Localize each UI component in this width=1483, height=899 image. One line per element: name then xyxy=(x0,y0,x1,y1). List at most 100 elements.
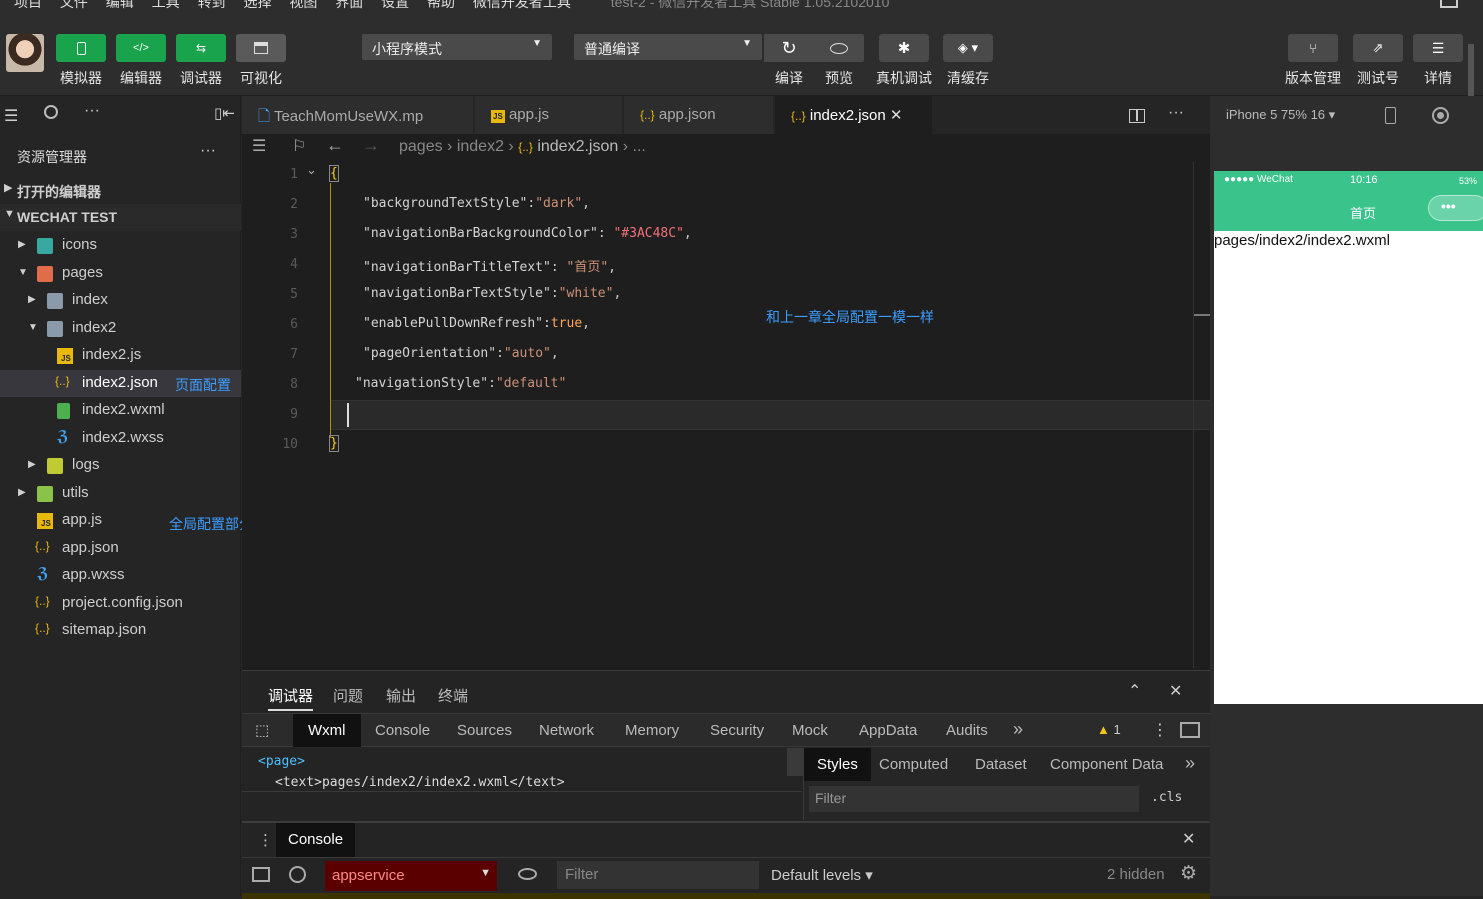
console-drawer-tab[interactable]: Console xyxy=(276,823,356,857)
tab-index2-json[interactable]: {..} index2.json ✕ xyxy=(775,96,933,134)
tree-item-icons[interactable]: ▶ icons xyxy=(0,232,241,259)
more-tabs-icon[interactable]: » xyxy=(1185,753,1195,774)
capsule-menu-button[interactable]: ••• xyxy=(1428,195,1483,221)
tree-item-index2[interactable]: ▼ index2 xyxy=(0,315,241,342)
wxml-page-node[interactable]: <page> xyxy=(258,754,305,769)
tree-item-index2-js[interactable]: JS index2.js xyxy=(0,342,241,369)
compile-button[interactable]: ↻ xyxy=(764,34,814,62)
menu-item[interactable]: 转到 xyxy=(198,0,226,10)
search-icon[interactable] xyxy=(44,105,58,119)
toolbar-scrollbar[interactable] xyxy=(1468,44,1474,96)
remote-debug-button[interactable]: ✱ xyxy=(879,34,929,62)
editor-toggle-button[interactable]: </> xyxy=(116,34,166,62)
menu-item[interactable]: 界面 xyxy=(335,0,363,10)
panel-tab-security[interactable]: Security xyxy=(710,722,764,739)
list-icon[interactable]: ☰ xyxy=(4,106,18,126)
panel-tab-memory[interactable]: Memory xyxy=(625,722,679,739)
tab-problems[interactable]: 问题 xyxy=(333,685,363,706)
warning-icon[interactable]: ▲ 1 xyxy=(1097,722,1121,737)
sidebar-toggle-icon[interactable] xyxy=(252,867,270,882)
cls-toggle-button[interactable]: .cls xyxy=(1151,790,1182,805)
panel-tab-mock[interactable]: Mock xyxy=(792,722,828,739)
tree-item-app-wxss[interactable]: ℨapp.wxss xyxy=(0,562,241,589)
console-filter-input[interactable]: Filter xyxy=(557,861,759,889)
panel-tab-network[interactable]: Network xyxy=(539,722,594,739)
more-tabs-icon[interactable]: » xyxy=(1013,719,1023,740)
clear-console-icon[interactable] xyxy=(289,866,306,883)
style-tab-component-data[interactable]: Component Data xyxy=(1050,756,1163,773)
compile-select[interactable]: 普通编译 ▼ xyxy=(574,34,762,60)
menu-item[interactable]: 选择 xyxy=(243,0,271,10)
panel-tab-sources[interactable]: Sources xyxy=(457,722,512,739)
wxml-text-node[interactable]: <text>pages/index2/index2.wxml</text> xyxy=(275,775,565,790)
more-icon[interactable]: ··· xyxy=(1168,104,1184,122)
breadcrumb-item[interactable]: ... xyxy=(633,138,646,155)
tab-teachmom[interactable]: 🗋 TeachMomUseWX.mp xyxy=(242,96,474,134)
tab-terminal[interactable]: 终端 xyxy=(438,685,468,706)
undock-icon[interactable] xyxy=(1180,722,1200,738)
phone-rotate-icon[interactable] xyxy=(1385,107,1396,124)
context-select[interactable]: appservice ▼ xyxy=(325,861,497,891)
tree-item-index[interactable]: ▶ index xyxy=(0,287,241,314)
explorer-more-button[interactable]: ··· xyxy=(200,142,216,160)
panel-tab-audits[interactable]: Audits xyxy=(946,722,988,739)
tab-app-json[interactable]: {..} app.json xyxy=(624,96,774,134)
menu-item[interactable]: 帮助 xyxy=(427,0,455,10)
tree-item-index2-wxss[interactable]: ℨindex2.wxss xyxy=(0,425,241,452)
outline-icon[interactable]: ☰ xyxy=(252,136,266,156)
tab-app-js[interactable]: JS app.js xyxy=(475,96,623,134)
close-icon[interactable]: ✕ xyxy=(1182,829,1195,849)
open-editors-section[interactable]: ▶ 打开的编辑器 xyxy=(0,177,241,204)
chevron-up-icon[interactable]: ⌃ xyxy=(1128,681,1141,701)
fold-chevron-icon[interactable]: ⌄ xyxy=(306,162,317,178)
menu-item[interactable]: 编辑 xyxy=(106,0,134,10)
breadcrumb-item[interactable]: index2.json xyxy=(537,138,618,155)
split-editor-icon[interactable] xyxy=(1129,109,1145,123)
menu-item[interactable]: 项目 xyxy=(14,0,42,10)
more-icon[interactable]: ··· xyxy=(84,102,100,120)
bookmark-icon[interactable]: ⚐ xyxy=(292,136,306,156)
menu-item[interactable]: 视图 xyxy=(289,0,317,10)
tree-item-app-json[interactable]: {..} app.json xyxy=(0,535,241,562)
details-button[interactable]: ☰ xyxy=(1413,34,1463,62)
project-section[interactable]: ▼ WECHAT TEST xyxy=(0,204,241,231)
debugger-toggle-button[interactable]: ⇆ xyxy=(176,34,226,62)
forward-arrow-icon[interactable]: → xyxy=(362,135,380,156)
tree-item-sitemap[interactable]: {..} sitemap.json xyxy=(0,617,241,644)
log-levels-select[interactable]: Default levels ▾ xyxy=(771,866,873,884)
tree-item-index2-wxml[interactable]: index2.wxml xyxy=(0,397,241,424)
menu-item[interactable]: 工具 xyxy=(152,0,180,10)
style-tab-dataset[interactable]: Dataset xyxy=(975,756,1027,773)
back-arrow-icon[interactable]: ← xyxy=(326,135,344,156)
close-icon[interactable]: ✕ xyxy=(1169,681,1182,701)
kebab-menu-icon[interactable]: ⋮ xyxy=(1152,720,1168,740)
panel-tab-wxml[interactable]: Wxml xyxy=(293,714,361,747)
tab-output[interactable]: 输出 xyxy=(386,685,416,706)
clear-cache-button[interactable]: ◈ ▾ xyxy=(943,34,993,62)
tree-item-pages[interactable]: ▼ pages xyxy=(0,260,241,287)
tree-item-app-js[interactable]: JS app.js 全局配置部分 xyxy=(0,507,253,534)
live-expression-eye-icon[interactable] xyxy=(518,868,537,880)
version-control-button[interactable]: ⑂ xyxy=(1288,34,1338,62)
element-picker-icon[interactable]: ⬚ xyxy=(255,721,269,739)
panel-tab-appdata[interactable]: AppData xyxy=(859,722,917,739)
visual-toggle-button[interactable] xyxy=(236,34,286,62)
styles-filter-input[interactable]: Filter xyxy=(809,786,1139,812)
test-account-button[interactable]: ⇗ xyxy=(1353,34,1403,62)
collapse-panel-icon[interactable]: ▯⇤ xyxy=(214,104,235,122)
menu-item[interactable]: 文件 xyxy=(60,0,88,10)
drawer-menu-icon[interactable]: ⋮ xyxy=(258,831,273,849)
style-tab-styles[interactable]: Styles xyxy=(804,748,871,781)
menu-item[interactable]: 设置 xyxy=(381,0,409,10)
style-tab-computed[interactable]: Computed xyxy=(879,756,948,773)
breadcrumb-item[interactable]: pages xyxy=(399,138,443,155)
mode-select[interactable]: 小程序模式 ▼ xyxy=(362,34,552,60)
window-restore-icon[interactable] xyxy=(1440,0,1458,8)
tree-item-utils[interactable]: ▶ utils xyxy=(0,480,241,507)
menu-item[interactable]: 微信开发者工具 xyxy=(473,0,571,10)
editor-scrollbar[interactable] xyxy=(1193,162,1210,668)
simulator-toggle-button[interactable] xyxy=(56,34,106,62)
close-icon[interactable]: ✕ xyxy=(890,107,903,124)
tab-debugger[interactable]: 调试器 xyxy=(268,685,314,711)
breadcrumb-item[interactable]: index2 xyxy=(457,138,504,155)
